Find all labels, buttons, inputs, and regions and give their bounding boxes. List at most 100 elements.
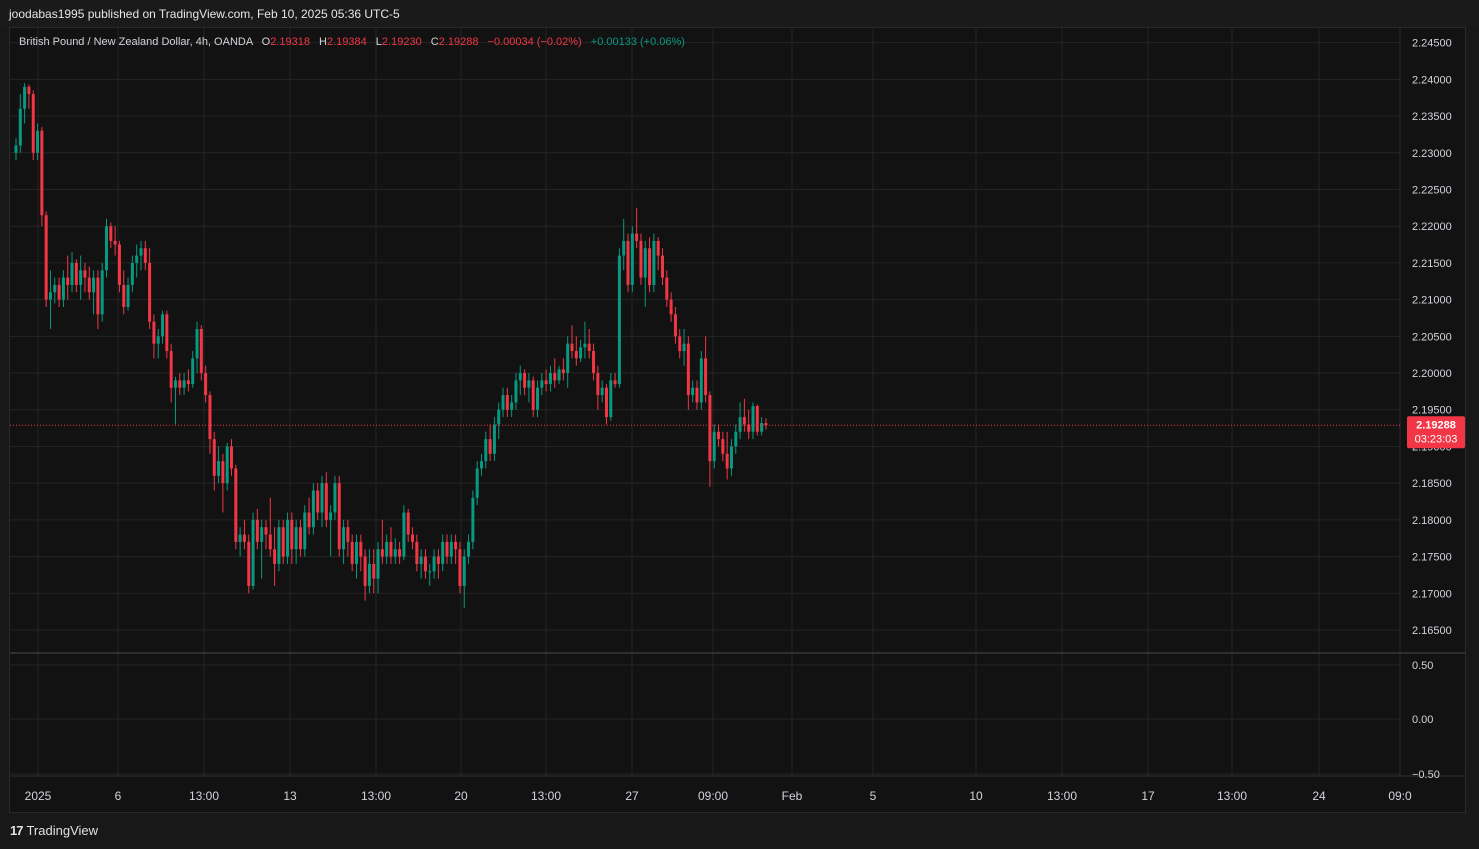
candle-body: [173, 380, 177, 388]
candle-body: [57, 284, 61, 300]
candle-body: [398, 549, 402, 557]
candle-body: [221, 461, 225, 484]
y-tick-label: 2.18000: [1412, 515, 1452, 527]
x-tick-label: 10: [969, 789, 983, 803]
x-tick-label: 5: [870, 789, 877, 803]
y-tick-label: 2.22000: [1412, 221, 1452, 233]
candle-body: [458, 549, 462, 586]
candle-body: [268, 534, 272, 550]
x-tick-label: 20: [454, 789, 468, 803]
candle-body: [721, 439, 725, 454]
candle-body: [492, 424, 496, 454]
candle-body: [505, 395, 509, 410]
y-tick-label: 2.17500: [1412, 552, 1452, 564]
price-chart[interactable]: 2.24500 2.24000 2.23500 2.23000 2.22500 2.220…: [10, 28, 1466, 813]
candle-body: [587, 343, 591, 352]
candle-body: [579, 347, 583, 359]
candle-body: [148, 262, 152, 322]
candle-body: [122, 284, 126, 307]
candle-body: [14, 145, 18, 153]
chart-frame[interactable]: 2.24500 2.24000 2.23500 2.23000 2.22500 2.220…: [9, 27, 1466, 813]
candle-body: [363, 556, 367, 586]
x-tick-label: 13:00: [189, 789, 219, 803]
candle-body: [126, 284, 130, 307]
candle-body: [208, 395, 212, 440]
candle-body: [298, 527, 302, 550]
candle-body: [100, 270, 104, 315]
candle-body: [665, 277, 669, 300]
candle-body: [109, 226, 113, 241]
candle-body: [342, 527, 346, 550]
candle-body: [553, 373, 557, 381]
candle-body: [217, 461, 221, 476]
x-tick-label: 09:0: [1388, 789, 1412, 803]
candle-body: [479, 461, 483, 469]
candle-body: [135, 255, 139, 263]
osc-y-tick-label: −0.50: [1412, 769, 1440, 781]
candle-body: [441, 541, 445, 564]
candle-body: [617, 255, 621, 385]
candle-body: [182, 380, 186, 388]
candle-body: [574, 351, 578, 359]
candle-body: [652, 240, 656, 285]
candle-body: [255, 519, 259, 542]
candle-body: [204, 373, 208, 396]
candle-body: [544, 380, 548, 385]
candle-body: [596, 373, 600, 396]
symbol-title[interactable]: British Pound / New Zealand Dollar, 4h, …: [19, 36, 253, 48]
x-tick-label: 6: [115, 789, 122, 803]
candle-body: [570, 343, 574, 352]
y-tick-label: 2.21500: [1412, 258, 1452, 270]
publisher-bar: joodabas1995 published on TradingView.co…: [0, 0, 1479, 27]
y-tick-label: 2.23000: [1412, 148, 1452, 160]
open-label: O: [261, 36, 271, 48]
x-tick-label: 13: [283, 789, 297, 803]
candle-body: [712, 431, 716, 462]
candle-body: [436, 556, 440, 564]
candle-body: [548, 373, 552, 385]
candle-body: [333, 483, 337, 513]
y-tick-label: 2.20500: [1412, 331, 1452, 343]
candle-body: [238, 534, 242, 542]
candle-body: [691, 387, 695, 396]
candle-body: [31, 94, 35, 153]
candle-body: [704, 358, 708, 396]
candle-body: [83, 270, 87, 278]
y-tick-label: 2.23500: [1412, 111, 1452, 123]
candle-body: [385, 541, 389, 557]
close-value: 2.19288: [438, 36, 479, 48]
candle-body: [734, 431, 738, 447]
candle-body: [195, 328, 199, 359]
candle-body: [742, 417, 746, 425]
candle-body: [139, 248, 143, 256]
candle-body: [165, 314, 169, 352]
chart-background: [10, 28, 1465, 812]
candle-body: [613, 380, 617, 385]
candle-body: [729, 446, 733, 469]
candle-body: [311, 490, 315, 528]
logo-text: TradingView: [26, 823, 99, 838]
candle-body: [423, 556, 427, 572]
candle-body: [178, 380, 182, 388]
tradingview-logo[interactable]: 17 TradingView: [10, 823, 98, 838]
candle-body: [169, 351, 173, 388]
candle-body: [242, 534, 246, 542]
candle-body: [367, 563, 371, 586]
candle-body: [48, 292, 52, 300]
candle-body: [191, 358, 195, 385]
y-tick-label: 2.20000: [1412, 368, 1452, 380]
candle-body: [156, 336, 160, 344]
candle-body: [380, 549, 384, 557]
high-label: H: [319, 36, 327, 48]
candle-body: [592, 351, 596, 374]
candle-body: [79, 270, 83, 285]
candle-body: [673, 314, 677, 337]
y-tick-label: 2.16500: [1412, 625, 1452, 637]
x-tick-label: 17: [1141, 789, 1155, 803]
candle-body: [604, 387, 608, 418]
candle-body: [393, 549, 397, 557]
candle-body: [212, 439, 216, 476]
candle-body: [488, 439, 492, 454]
y-tick-label: 2.24500: [1412, 38, 1452, 50]
osc-y-tick-label: 0.00: [1412, 714, 1433, 726]
